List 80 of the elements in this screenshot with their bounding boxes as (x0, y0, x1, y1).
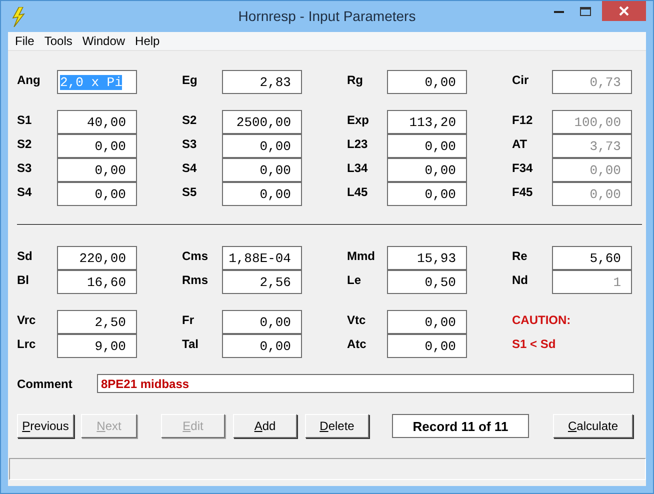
input-field[interactable]: 0,00 (222, 134, 302, 158)
field-label: Exp (347, 112, 370, 127)
field-label: L45 (347, 184, 369, 199)
field-label: S4 (17, 184, 33, 199)
field-label: F45 (512, 184, 534, 199)
button[interactable]: Add (233, 414, 297, 438)
input-field[interactable]: 113,20 (387, 110, 467, 134)
input-field[interactable]: 0,00 (222, 158, 302, 182)
field-label: AT (512, 136, 528, 151)
input-field[interactable]: 0,00 (387, 70, 467, 94)
button[interactable]: Delete (305, 414, 369, 438)
field-label: Le (347, 272, 362, 287)
input-field[interactable]: 2,56 (222, 270, 302, 294)
maximize-icon (580, 6, 590, 16)
field-label: Rms (182, 272, 210, 287)
close-button[interactable] (602, 1, 646, 21)
field-label: S2 (17, 136, 33, 151)
input-field[interactable]: 0,50 (387, 270, 467, 294)
warning-text: CAUTION: (512, 312, 571, 327)
record-display: Record 11 of 11 (392, 414, 529, 438)
input-field[interactable]: 9,00 (57, 334, 137, 358)
field-label: Fr (182, 312, 195, 327)
field-label: S1 (17, 112, 33, 127)
input-field[interactable]: 1,88E-04 (222, 246, 302, 270)
field-label: Nd (512, 272, 529, 287)
menu-item[interactable]: Help (130, 34, 165, 48)
input-field[interactable]: 15,93 (387, 246, 467, 270)
field-label: Vrc (17, 312, 37, 327)
input-field[interactable]: 2,83 (222, 70, 302, 94)
field-label: Sd (17, 248, 34, 263)
field-label: S4 (182, 160, 198, 175)
field-label: Eg (182, 72, 198, 87)
field-label: Rg (347, 72, 364, 87)
input-field[interactable]: 0,00 (57, 182, 137, 206)
close-icon (619, 6, 629, 16)
comment-label: Comment (17, 376, 74, 390)
menu-item[interactable]: File (10, 34, 40, 48)
field-label: S3 (17, 160, 33, 175)
menu-item[interactable]: Window (77, 34, 130, 48)
input-field[interactable]: 2500,00 (222, 110, 302, 134)
input-field[interactable]: 0,00 (387, 158, 467, 182)
minimize-icon (554, 10, 564, 12)
field-label: Mmd (347, 248, 376, 263)
field-label: Ang (17, 72, 42, 87)
field-label: Tal (182, 336, 200, 351)
input-field[interactable]: 0,00 (222, 334, 302, 358)
field-label: Atc (347, 336, 368, 351)
field-label: S5 (182, 184, 198, 199)
input-field[interactable]: 5,60 (552, 246, 632, 270)
menu-item[interactable]: Tools (39, 34, 78, 48)
comment-field[interactable]: 8PE21 midbass (97, 374, 634, 393)
input-field[interactable]: 16,60 (57, 270, 137, 294)
field-label: F34 (512, 160, 534, 175)
field-label: Bl (17, 272, 30, 287)
input-field[interactable]: 0,00 (387, 310, 467, 334)
input-field[interactable]: 2,50 (57, 310, 137, 334)
input-field[interactable]: 0,00 (387, 182, 467, 206)
lightning-icon (10, 6, 26, 26)
field-label: S2 (182, 112, 198, 127)
field-label: Lrc (17, 336, 37, 351)
field-label: Cir (512, 72, 530, 87)
field-label: Vtc (347, 312, 367, 327)
field-label: L34 (347, 160, 369, 175)
field-label: Cms (182, 248, 210, 263)
input-field[interactable]: 0,00 (57, 158, 137, 182)
field-label: Re (512, 248, 528, 263)
input-field[interactable]: 0,00 (222, 182, 302, 206)
window-title: Hornresp - Input Parameters (238, 8, 416, 24)
field-label: F12 (512, 112, 534, 127)
input-field[interactable]: 220,00 (57, 246, 137, 270)
field-label: L23 (347, 136, 369, 151)
warning-text: S1 < Sd (512, 336, 556, 351)
input-field[interactable]: 0,00 (57, 134, 137, 158)
field-label: S3 (182, 136, 198, 151)
button[interactable]: Calculate (553, 414, 633, 438)
input-field[interactable]: 0,00 (387, 334, 467, 358)
button[interactable]: Previous (17, 414, 74, 438)
input-field[interactable]: 0,00 (222, 310, 302, 334)
input-field[interactable]: 0,00 (387, 134, 467, 158)
input-field[interactable]: 40,00 (57, 110, 137, 134)
